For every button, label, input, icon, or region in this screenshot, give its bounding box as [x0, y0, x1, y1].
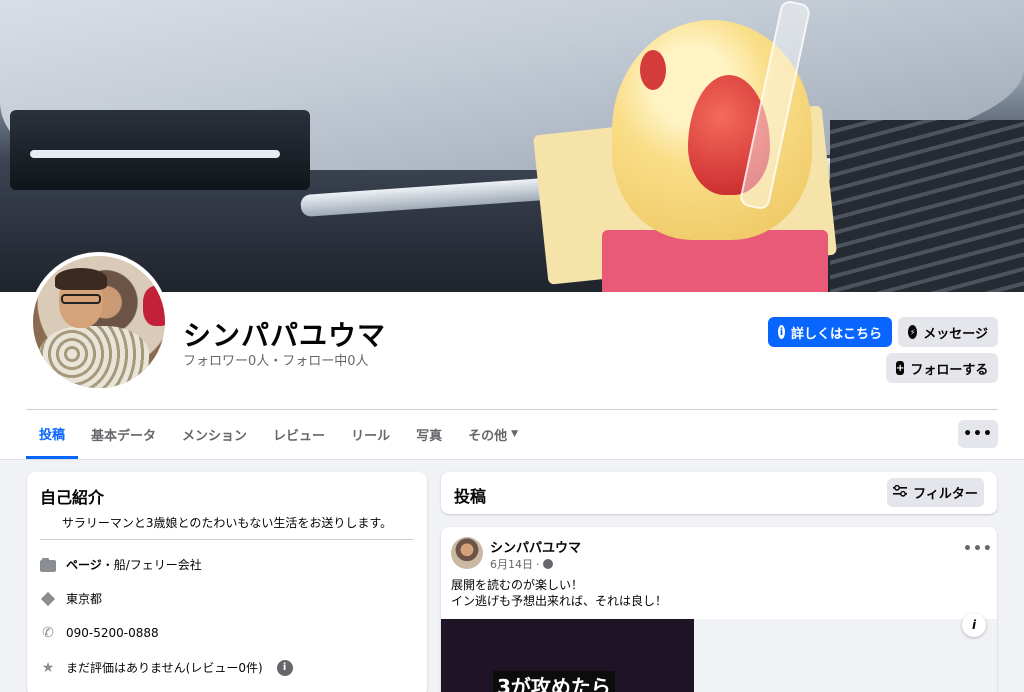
profile-avatar[interactable] [29, 252, 169, 392]
tab-mentions[interactable]: メンション [169, 410, 260, 458]
post-text-line-2: イン逃げも予想出来れば、それは良し！ [451, 594, 668, 608]
intro-bio: サラリーマンと3歳娘とのたわいもない生活をお送りします。 [61, 516, 393, 530]
cover-photo[interactable] [0, 0, 1024, 292]
intro-row-phone: ✆ 090-5200-0888 [40, 625, 159, 641]
messenger-icon: ⚡ [908, 325, 918, 339]
info-circle-icon[interactable]: i [276, 659, 293, 676]
intro-category-text: ページ・船/フェリー会社 [66, 556, 202, 573]
intro-title: 自己紹介 [40, 488, 105, 507]
cover-strawberry-small [640, 50, 666, 90]
location-icon [40, 591, 56, 607]
chevron-down-icon: ▼ [511, 429, 519, 439]
phone-icon: ✆ [42, 625, 54, 641]
tab-photos[interactable]: 写真 [403, 410, 455, 458]
tab-reels[interactable]: リール [338, 410, 403, 458]
follow-label: フォローする [910, 362, 989, 378]
posts-title: 投稿 [454, 487, 487, 506]
avatar-glasses [61, 294, 101, 304]
globe-icon [542, 559, 553, 569]
page-icon [40, 557, 56, 573]
filter-label: フィルター [913, 487, 978, 502]
post-meta: 6月14日 · [490, 556, 553, 572]
intro-category-rest: ・船/フェリー会社 [101, 558, 202, 572]
post-text-line-1: 展開を読むのが楽しい！ [451, 578, 584, 592]
intro-row-rating: ★ まだ評価はありません(レビュー0件) i [40, 659, 293, 676]
post-author-name[interactable]: シンパパユウマ [490, 537, 581, 556]
profile-tabs: 投稿 基本データ メンション レビュー リール 写真 その他 ▼ [26, 410, 531, 460]
tab-reviews[interactable]: レビュー [260, 410, 338, 458]
intro-category-bold[interactable]: ページ [66, 558, 102, 572]
follow-icon: + [896, 361, 905, 375]
intro-row-location: 東京都 [40, 590, 102, 607]
intro-row-category: ページ・船/フェリー会社 [40, 556, 202, 573]
tab-more[interactable]: その他 ▼ [455, 410, 531, 458]
meta-dot: · [536, 557, 540, 571]
cover-grille [830, 120, 1024, 292]
post-media-side [694, 619, 997, 692]
learn-more-label: 詳しくはこちら [790, 326, 882, 342]
intro-divider [40, 539, 414, 540]
info-icon: i [778, 325, 785, 339]
intro-card: 自己紹介 サラリーマンと3歳娘とのたわいもない生活をお送りします。 ページ・船/… [27, 472, 427, 692]
sliders-icon [893, 484, 908, 501]
intro-phone-text[interactable]: 090-5200-0888 [66, 626, 159, 640]
profile-name: シンパパユウマ [183, 319, 387, 352]
message-label: メッセージ [923, 326, 988, 342]
cover-headlight-strip [30, 150, 280, 158]
more-options-button[interactable]: ••• [958, 420, 998, 448]
post-text: 展開を読むのが楽しい！ イン逃げも予想出来れば、それは良し！ [451, 577, 667, 609]
post-media[interactable]: 3が攻めたら [441, 619, 694, 692]
follow-button[interactable]: + フォローする [886, 353, 998, 383]
posts-header-card: 投稿 フィルター [441, 472, 997, 514]
tab-more-label: その他 [468, 428, 508, 444]
star-icon: ★ [41, 659, 55, 676]
tab-posts[interactable]: 投稿 [26, 410, 79, 459]
followers-count[interactable]: フォロワー0人・フォロー中0人 [183, 350, 369, 369]
post-date[interactable]: 6月14日 [490, 556, 533, 572]
avatar-shirt [39, 326, 149, 388]
tab-about[interactable]: 基本データ [78, 410, 169, 458]
learn-more-button[interactable]: i 詳しくはこちら [768, 317, 892, 347]
post-card: シンパパユウマ 6月14日 · ••• 展開を読むのが楽しい！ イン逃げも予想出… [441, 527, 997, 692]
intro-rating-text: まだ評価はありません(レビュー0件) [66, 661, 263, 675]
message-button[interactable]: ⚡ メッセージ [898, 317, 998, 347]
avatar-hair [55, 268, 107, 290]
intro-location-text: 東京都 [66, 592, 103, 606]
post-author-avatar[interactable] [451, 537, 483, 569]
post-media-caption: 3が攻めたら [493, 671, 615, 692]
filter-button[interactable]: フィルター [887, 478, 984, 507]
post-options-button[interactable]: ••• [963, 541, 993, 557]
info-icon[interactable]: i [962, 613, 986, 637]
